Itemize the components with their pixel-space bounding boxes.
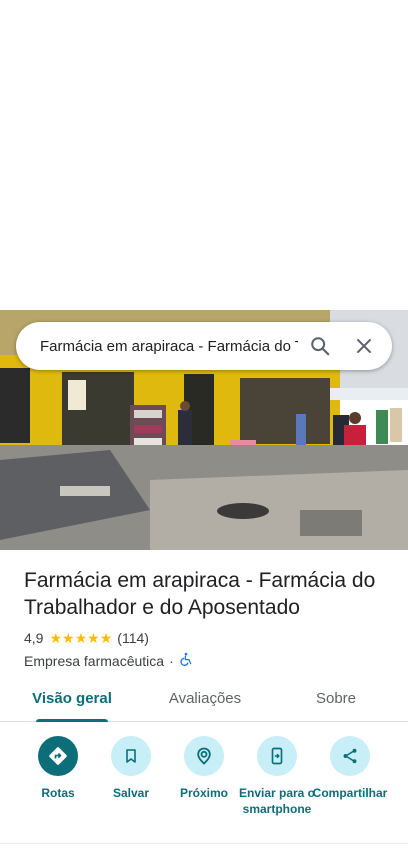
review-count: (114) bbox=[117, 630, 149, 646]
send-to-phone-button[interactable]: Enviar para o smartphone bbox=[238, 736, 316, 817]
rating-value: 4,9 bbox=[24, 630, 44, 646]
save-label: Salvar bbox=[112, 786, 150, 800]
send-to-phone-icon[interactable] bbox=[257, 736, 297, 776]
search-icon[interactable] bbox=[298, 324, 342, 368]
nearby-icon[interactable] bbox=[184, 736, 224, 776]
place-title: Farmácia em arapiraca - Farmácia do Trab… bbox=[24, 569, 376, 619]
star-icon: ★ bbox=[87, 630, 100, 646]
share-label: Compartilhar bbox=[312, 786, 388, 800]
directions-label: Rotas bbox=[41, 786, 75, 800]
tab-overview[interactable]: Visão geral bbox=[24, 684, 120, 722]
search-input[interactable]: Farmácia em arapiraca - Farmácia do Trab… bbox=[40, 338, 298, 355]
star-icon: ★ bbox=[74, 630, 88, 646]
separator-dot: · bbox=[169, 652, 174, 669]
rating-row[interactable]: 4,9 ★ ★ ★ ★ ★ (114) bbox=[24, 630, 149, 646]
search-bar[interactable]: Farmácia em arapiraca - Farmácia do Trab… bbox=[16, 322, 392, 370]
share-button[interactable]: Compartilhar bbox=[311, 736, 389, 801]
share-icon[interactable] bbox=[330, 736, 370, 776]
tab-reviews[interactable]: Avaliações bbox=[150, 684, 260, 714]
close-icon[interactable] bbox=[342, 324, 386, 368]
directions-button[interactable]: Rotas bbox=[20, 736, 96, 801]
bookmark-icon[interactable] bbox=[111, 736, 151, 776]
nearby-label: Próximo bbox=[179, 786, 228, 800]
tab-about[interactable]: Sobre bbox=[300, 684, 372, 714]
nearby-button[interactable]: Próximo bbox=[166, 736, 242, 801]
place-tabs: Visão geral Avaliações Sobre bbox=[0, 684, 408, 722]
place-category: Empresa farmacêutica bbox=[24, 652, 165, 669]
rating-stars: ★ ★ ★ ★ ★ bbox=[49, 631, 112, 645]
send-to-phone-label: Enviar para o smartphone bbox=[238, 786, 316, 816]
star-icon: ★ bbox=[62, 630, 75, 646]
place-sheet: Farmácia em arapiraca - Farmácia do Trab… bbox=[0, 0, 408, 860]
directions-icon[interactable] bbox=[38, 736, 78, 776]
category-row: Empresa farmacêutica · bbox=[24, 652, 193, 669]
action-row: Rotas Salvar Próximo Enviar para o smart… bbox=[0, 736, 408, 844]
wheelchair-accessible-icon bbox=[179, 652, 193, 669]
divider bbox=[0, 843, 408, 844]
save-button[interactable]: Salvar bbox=[93, 736, 169, 801]
star-icon: ★ bbox=[49, 630, 63, 646]
star-icon: ★ bbox=[99, 630, 113, 646]
